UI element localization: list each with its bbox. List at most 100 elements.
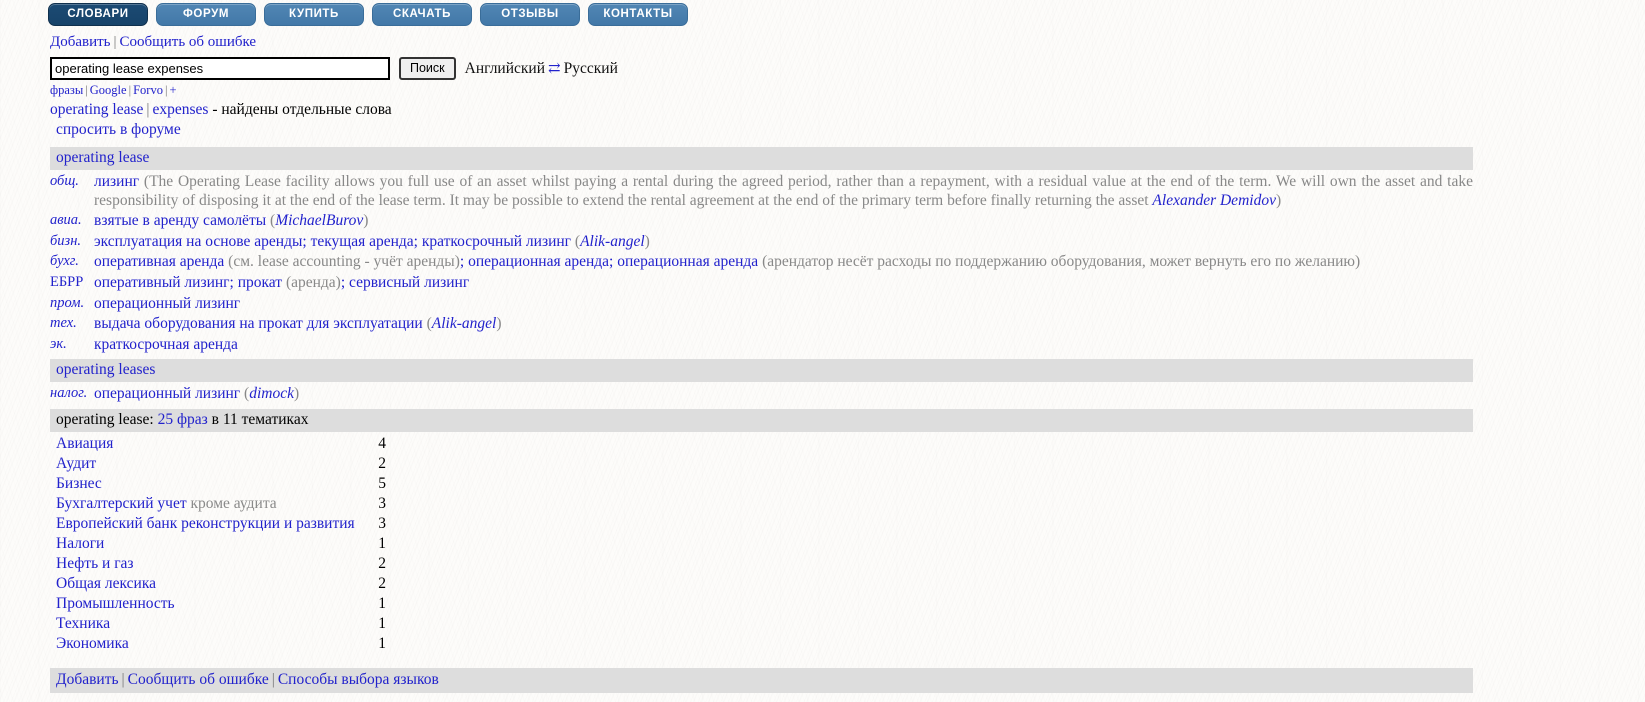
more-link[interactable]: + bbox=[169, 83, 176, 97]
search-button[interactable]: Поиск bbox=[399, 57, 456, 80]
annotation-text: ) bbox=[363, 212, 369, 230]
topic-count: 4 bbox=[378, 434, 386, 452]
translation-row: бизн. эксплуатация на основе аренды; теку… bbox=[50, 232, 1473, 253]
separator: ; bbox=[340, 273, 350, 291]
add-link-top[interactable]: Добавить bbox=[50, 34, 111, 50]
nav-item-download[interactable]: СКАЧАТЬ bbox=[372, 3, 472, 26]
translation-link[interactable]: прокат bbox=[238, 274, 282, 291]
nav-item-reviews[interactable]: ОТЗЫВЫ bbox=[480, 3, 580, 26]
found-word-expenses[interactable]: expenses bbox=[153, 101, 209, 118]
topic-name-link[interactable]: Промышленность bbox=[56, 594, 352, 614]
ask-forum-row: спросить в форуме bbox=[0, 119, 1645, 143]
topic-row: Налоги 1 bbox=[56, 534, 386, 554]
topic-row: Техника 1 bbox=[56, 614, 386, 634]
search-input[interactable] bbox=[50, 57, 390, 80]
topic-name-link[interactable]: Общая лексика bbox=[56, 574, 352, 594]
translation-link[interactable]: сервисный лизинг bbox=[349, 274, 469, 291]
top-actions: Добавить | Сообщить об ошибке bbox=[0, 30, 1645, 53]
translation-row: бухг. оперативная аренда (см. lease accou… bbox=[50, 252, 1473, 273]
topic-name-link[interactable]: Налоги bbox=[56, 534, 352, 554]
topic-name-link[interactable]: Аудит bbox=[56, 454, 352, 474]
annotation-text: (см. bbox=[224, 253, 258, 271]
divider: | bbox=[113, 34, 117, 50]
subject-area-label[interactable]: эк. bbox=[50, 335, 94, 356]
subject-area-label[interactable]: бухг. bbox=[50, 252, 94, 273]
topic-row: Европейский банк реконструкции и развити… bbox=[56, 514, 386, 534]
translation-link[interactable]: эксплуатация на основе аренды bbox=[94, 233, 302, 250]
translation-row: ЕБРР оперативный лизинг; прокат (аренда);… bbox=[50, 273, 1473, 294]
subject-area-label[interactable]: ЕБРР bbox=[50, 273, 94, 294]
topic-count: 2 bbox=[378, 454, 386, 472]
separator: ; bbox=[459, 253, 469, 271]
translation-cell: оперативная аренда (см. lease accounting… bbox=[94, 252, 1473, 273]
phrases-count-link[interactable]: 25 фраз bbox=[158, 411, 208, 428]
annotation-text: ) bbox=[496, 315, 502, 333]
translation-row: авиа. взятые в аренду самолёты (MichaelBu… bbox=[50, 211, 1473, 232]
contributor-name[interactable]: dimock bbox=[249, 385, 294, 402]
topic-count: 3 bbox=[378, 494, 386, 512]
subject-area-label[interactable]: авиа. bbox=[50, 211, 94, 232]
topic-name-link[interactable]: Бизнес bbox=[56, 474, 352, 494]
contributor-name[interactable]: MichaelBurov bbox=[275, 212, 363, 229]
subject-area-label[interactable]: пром. bbox=[50, 294, 94, 315]
subject-area-label[interactable]: бизн. bbox=[50, 232, 94, 253]
annotation-text: ( bbox=[422, 315, 432, 333]
annotation-text: ) bbox=[1275, 191, 1282, 209]
subject-area-label[interactable]: налог. bbox=[50, 384, 94, 405]
translation-cell: краткосрочная аренда bbox=[94, 335, 1473, 356]
translation-link[interactable]: операционный лизинг bbox=[94, 385, 240, 402]
translation-link[interactable]: оперативная аренда bbox=[94, 253, 224, 270]
term-header-operating-lease[interactable]: operating lease bbox=[50, 147, 1473, 170]
found-word-operating-lease[interactable]: operating lease bbox=[50, 101, 143, 118]
annotation-text: ( bbox=[240, 385, 250, 403]
topic-name-link[interactable]: Авиация bbox=[56, 434, 352, 454]
report-error-link-top[interactable]: Сообщить об ошибке bbox=[120, 34, 257, 50]
translation-link[interactable]: краткосрочный лизинг bbox=[422, 233, 571, 250]
nav-item-contacts[interactable]: КОНТАКТЫ bbox=[588, 3, 688, 26]
cross-reference-link[interactable]: lease accounting - учёт аренды bbox=[258, 253, 455, 270]
topic-count: 3 bbox=[378, 514, 386, 532]
topic-name-link[interactable]: Бухгалтерский учет кроме аудита bbox=[56, 494, 352, 514]
translation-link[interactable]: операционная аренда bbox=[617, 253, 758, 270]
subject-area-label[interactable]: общ. bbox=[50, 172, 94, 211]
translation-link[interactable]: взятые в аренду самолёты bbox=[94, 212, 266, 229]
translation-link[interactable]: текущая аренда bbox=[311, 233, 414, 250]
contributor-name[interactable]: Alexander Demidov bbox=[1152, 192, 1276, 209]
found-words-row: operating lease | expenses - найдены отдел… bbox=[0, 99, 1645, 119]
ask-in-forum-link[interactable]: спросить в форуме bbox=[56, 121, 181, 138]
nav-item-forum[interactable]: ФОРУМ bbox=[156, 3, 256, 26]
add-link-footer[interactable]: Добавить bbox=[56, 671, 119, 688]
translation-link[interactable]: краткосрочная аренда bbox=[94, 336, 238, 353]
contributor-name[interactable]: Alik-angel bbox=[432, 315, 497, 332]
divider: | bbox=[271, 670, 275, 688]
swap-languages-icon[interactable]: ⇄ bbox=[545, 61, 564, 77]
translation-link[interactable]: лизинг bbox=[94, 173, 139, 190]
phrases-link[interactable]: фразы bbox=[50, 83, 83, 97]
google-link[interactable]: Google bbox=[90, 83, 127, 97]
topic-count: 1 bbox=[378, 634, 386, 652]
phrases-header: operating lease: 25 фраз в 11 тематиках bbox=[50, 408, 1473, 432]
subject-area-label[interactable]: тех. bbox=[50, 314, 94, 335]
nav-item-buy[interactable]: КУПИТЬ bbox=[264, 3, 364, 26]
language-modes-link[interactable]: Способы выбора языков bbox=[278, 671, 439, 688]
topic-name-link[interactable]: Техника bbox=[56, 614, 352, 634]
topic-name-link[interactable]: Экономика bbox=[56, 634, 352, 654]
translation-link[interactable]: операционная аренда bbox=[468, 253, 609, 270]
language-from[interactable]: Английский bbox=[465, 60, 545, 77]
language-to[interactable]: Русский bbox=[564, 60, 618, 77]
forvo-link[interactable]: Forvo bbox=[133, 83, 163, 97]
contributor-name[interactable]: Alik-angel bbox=[580, 233, 645, 250]
topic-name-link[interactable]: Нефть и газ bbox=[56, 554, 352, 574]
report-error-link-footer[interactable]: Сообщить об ошибке bbox=[128, 671, 269, 688]
translation-link[interactable]: выдача оборудования на прокат для эксплу… bbox=[94, 315, 423, 332]
translation-link[interactable]: оперативный лизинг bbox=[94, 274, 230, 291]
phrases-term: operating lease: bbox=[56, 410, 154, 428]
translation-cell: лизинг (The Operating Lease facility all… bbox=[94, 172, 1473, 211]
term-header-operating-leases[interactable]: operating leases bbox=[50, 359, 1473, 383]
topic-name-link[interactable]: Европейский банк реконструкции и развити… bbox=[56, 514, 355, 534]
translation-link[interactable]: операционный лизинг bbox=[94, 295, 240, 312]
search-row: Поиск Английский⇄Русский bbox=[0, 53, 1645, 80]
translation-row: эк. краткосрочная аренда bbox=[50, 335, 1473, 356]
nav-item-dictionaries[interactable]: СЛОВАРИ bbox=[48, 3, 148, 26]
topic-row: Нефть и газ 2 bbox=[56, 554, 386, 574]
